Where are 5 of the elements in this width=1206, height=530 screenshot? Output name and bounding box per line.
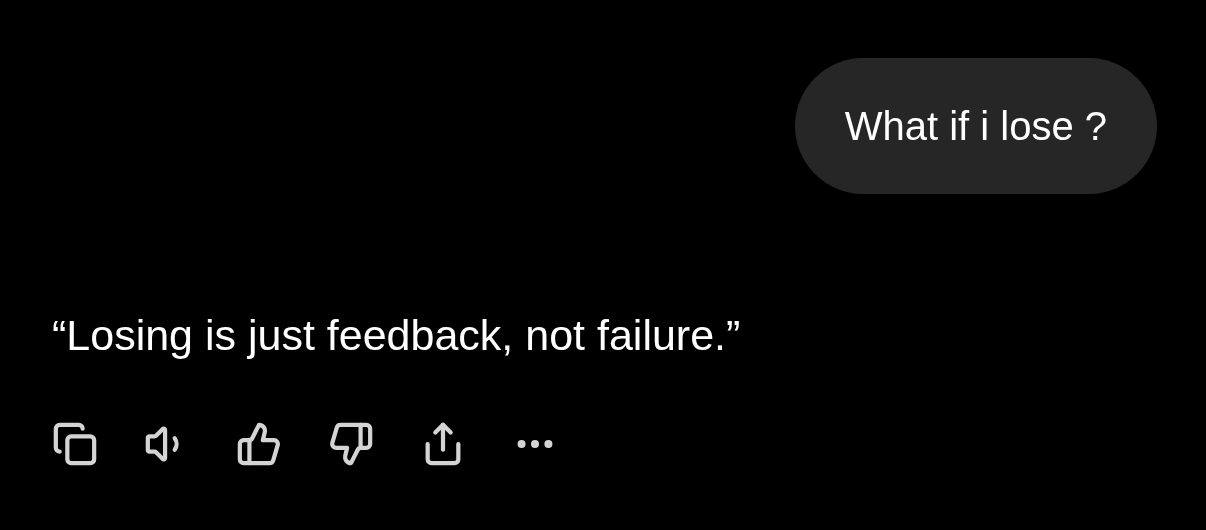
user-message-bubble: What if i lose ? bbox=[794, 58, 1157, 194]
thumbs-down-icon[interactable] bbox=[328, 421, 374, 467]
thumbs-up-icon[interactable] bbox=[236, 421, 282, 467]
copy-icon[interactable] bbox=[52, 421, 98, 467]
assistant-message: “Losing is just feedback, not failure.” bbox=[52, 310, 742, 361]
